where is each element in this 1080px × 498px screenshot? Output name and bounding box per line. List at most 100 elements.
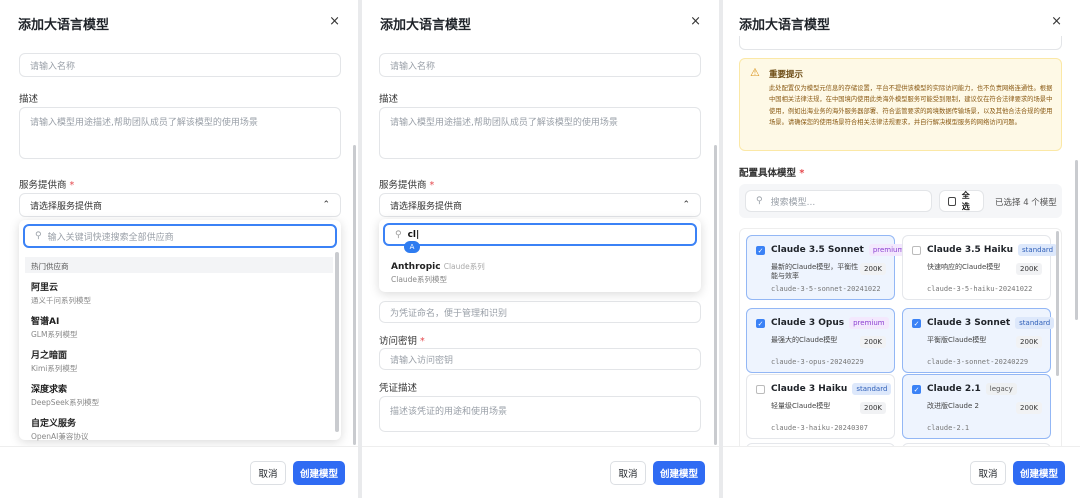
create-model-button[interactable]: 创建模型 bbox=[653, 461, 705, 485]
provider-search-input[interactable]: ⚲ 输入关键词快速搜索全部供应商 bbox=[23, 224, 337, 248]
model-id: claude-3-5-haiku-20241022 bbox=[927, 285, 1033, 293]
create-model-button[interactable]: 创建模型 bbox=[293, 461, 345, 485]
text-cursor: | bbox=[416, 229, 420, 240]
model-name-row: Claude 3 Opus premium bbox=[771, 317, 889, 329]
provider-option[interactable]: 阿里云通义千问系列模型 bbox=[31, 280, 91, 306]
checkbox-icon[interactable]: ✓ bbox=[912, 385, 921, 394]
context-badge: 200K bbox=[1016, 263, 1042, 275]
key-label: 访问密钥 * bbox=[379, 333, 425, 347]
option-desc: 通义千问系列模型 bbox=[31, 296, 91, 305]
name-input[interactable]: 请输入名称 bbox=[19, 53, 341, 77]
model-desc: 快速响应的Claude模型 bbox=[927, 263, 1001, 271]
dialog-scrollbar[interactable] bbox=[714, 145, 717, 445]
option-name: 智谱AI bbox=[31, 317, 60, 327]
model-search-input[interactable]: ⚲ 搜索模型... bbox=[745, 190, 932, 212]
credential-desc-label: 凭证描述 bbox=[379, 383, 418, 394]
models-label: 配置具体模型 * bbox=[739, 165, 804, 179]
provider-dropdown: ⚲ 输入关键词快速搜索全部供应商 热门供应商 阿里云通义千问系列模型 智谱AI GL… bbox=[19, 220, 341, 442]
name-input[interactable]: 请输入名称 bbox=[379, 53, 701, 77]
provider-label: 服务提供商 * bbox=[19, 177, 74, 191]
model-desc: 轻量级Claude模型 bbox=[771, 402, 831, 410]
option-desc: Kimi系列模型 bbox=[31, 364, 78, 373]
model-card[interactable]: ✓ Claude 3 Opus premium 最强大的Claude模型 200K… bbox=[746, 308, 895, 373]
option-desc: Claude系列模型 bbox=[391, 275, 448, 284]
model-grid: ✓ Claude 3.5 Sonnet premium 最新的Claude模型，平… bbox=[739, 228, 1062, 458]
model-name-row: Claude 2.1 legacy bbox=[927, 383, 1017, 395]
selected-count: 已选择 4 个模型 bbox=[995, 198, 1057, 208]
close-icon[interactable]: × bbox=[329, 14, 340, 29]
option-desc: OpenAI兼容协议 bbox=[31, 432, 89, 441]
model-card[interactable]: ✓ Claude 3 Sonnet standard 平衡版Claude模型 20… bbox=[902, 308, 1055, 373]
desc-label: 描述 bbox=[379, 94, 399, 105]
select-all-button[interactable]: 全选 bbox=[939, 190, 984, 212]
model-name: Claude 3 Haiku bbox=[771, 384, 848, 394]
provider-option[interactable]: 智谱AI GLM系列模型 bbox=[31, 314, 77, 340]
key-input[interactable]: 请输入访问密钥 bbox=[379, 348, 701, 370]
dialog-title: 添加大语言模型 bbox=[380, 18, 472, 33]
provider-option-anthropic[interactable]: Anthropic Claude系列 Claude系列模型 bbox=[391, 261, 485, 285]
partial-input[interactable] bbox=[739, 36, 1062, 50]
credential-desc-textarea[interactable]: 描述该凭证的用途和使用场景 bbox=[379, 396, 701, 432]
model-name: Claude 3.5 Sonnet bbox=[771, 245, 864, 255]
desc-textarea[interactable]: 请输入模型用途描述,帮助团队成员了解该模型的使用场景 bbox=[379, 107, 701, 159]
model-id: claude-3-5-sonnet-20241022 bbox=[771, 285, 881, 293]
provider-select[interactable]: 请选择服务提供商 ⌃ bbox=[19, 193, 341, 217]
provider-select-text: 请选择服务提供商 bbox=[30, 201, 103, 212]
option-name: 自定义服务 bbox=[31, 419, 77, 429]
provider-option[interactable]: 深度求索 DeepSeek系列模型 bbox=[31, 382, 99, 408]
dialog-scrollbar[interactable] bbox=[1075, 160, 1078, 320]
model-card[interactable]: ✓ Claude 2.1 legacy 改进版Claude 2 200K clau… bbox=[902, 374, 1051, 439]
option-desc: GLM系列模型 bbox=[31, 330, 78, 339]
context-badge: 200K bbox=[860, 336, 886, 348]
model-name-row: Claude 3.5 Haiku standard bbox=[927, 244, 1058, 256]
provider-select[interactable]: 请选择服务提供商 ⌃ bbox=[379, 193, 701, 217]
search-value: cl bbox=[407, 229, 417, 240]
checkbox-icon[interactable]: ✓ bbox=[912, 319, 921, 328]
option-name: 月之暗面 bbox=[31, 351, 68, 361]
provider-label-text: 服务提供商 bbox=[379, 180, 427, 191]
create-model-button[interactable]: 创建模型 bbox=[1013, 461, 1065, 485]
group-label: 热门供应商 bbox=[25, 257, 333, 273]
context-badge: 200K bbox=[860, 402, 886, 414]
model-card[interactable]: ✓ Claude 3.5 Sonnet premium 最新的Claude模型，平… bbox=[746, 235, 909, 300]
search-placeholder: 搜索模型... bbox=[770, 197, 816, 208]
checkbox-icon[interactable]: ✓ bbox=[756, 246, 765, 255]
desc-textarea[interactable]: 请输入模型用途描述,帮助团队成员了解该模型的使用场景 bbox=[19, 107, 341, 159]
provider-label: 服务提供商 * bbox=[379, 177, 434, 191]
chevron-up-icon: ⌃ bbox=[682, 200, 690, 210]
tier-badge: standard bbox=[1018, 244, 1058, 256]
provider-search-input[interactable]: ⚲ cl | bbox=[383, 223, 697, 246]
option-name: 阿里云 bbox=[31, 283, 59, 293]
close-icon[interactable]: × bbox=[1051, 14, 1062, 29]
tier-badge: standard bbox=[1015, 317, 1055, 329]
provider-option[interactable]: 自定义服务 OpenAI兼容协议 bbox=[31, 416, 88, 442]
warning-box: ⚠ 重要提示 此处配置仅为模型元信息的存储设置，平台不提供该模型的实际访问能力，… bbox=[739, 58, 1062, 151]
dialog-footer: 取消 创建模型 bbox=[362, 446, 719, 498]
model-name-row: Claude 3 Sonnet standard bbox=[927, 317, 1055, 329]
cancel-button[interactable]: 取消 bbox=[250, 461, 286, 485]
required-mark: * bbox=[420, 336, 425, 347]
chevron-up-icon: ⌃ bbox=[322, 200, 330, 210]
cancel-button[interactable]: 取消 bbox=[610, 461, 646, 485]
model-card[interactable]: Claude 3.5 Haiku standard 快速响应的Claude模型 2… bbox=[902, 235, 1058, 300]
checkbox-icon[interactable] bbox=[756, 385, 765, 394]
cancel-button[interactable]: 取消 bbox=[970, 461, 1006, 485]
close-icon[interactable]: × bbox=[690, 14, 701, 29]
checkbox-icon[interactable]: ✓ bbox=[756, 319, 765, 328]
credential-name-input[interactable]: 为凭证命名，便于管理和识别 bbox=[379, 301, 701, 323]
provider-dropdown: ⚲ cl | A Anthropic Claude系列 Claude系列模型 bbox=[379, 219, 701, 292]
model-card[interactable]: Claude 3 Haiku standard 轻量级Claude模型 200K … bbox=[746, 374, 895, 439]
model-desc: 最新的Claude模型，平衡性能与效率 bbox=[771, 263, 859, 280]
select-all-label: 全选 bbox=[961, 191, 970, 211]
tier-badge: premium bbox=[849, 317, 889, 329]
model-name: Claude 2.1 bbox=[927, 384, 981, 394]
dropdown-scrollbar[interactable] bbox=[335, 252, 339, 432]
provider-select-text: 请选择服务提供商 bbox=[390, 201, 463, 212]
dialog-footer: 取消 创建模型 bbox=[723, 446, 1080, 498]
model-grid-scrollbar[interactable] bbox=[1056, 231, 1059, 376]
dialog-scrollbar[interactable] bbox=[353, 145, 356, 445]
checkbox-icon[interactable] bbox=[912, 246, 921, 255]
dialog-provider-list: 添加大语言模型 × 请输入名称 描述 请输入模型用途描述,帮助团队成员了解该模型… bbox=[0, 0, 358, 498]
warning-icon: ⚠ bbox=[750, 66, 760, 79]
provider-option[interactable]: 月之暗面 Kimi系列模型 bbox=[31, 348, 77, 374]
